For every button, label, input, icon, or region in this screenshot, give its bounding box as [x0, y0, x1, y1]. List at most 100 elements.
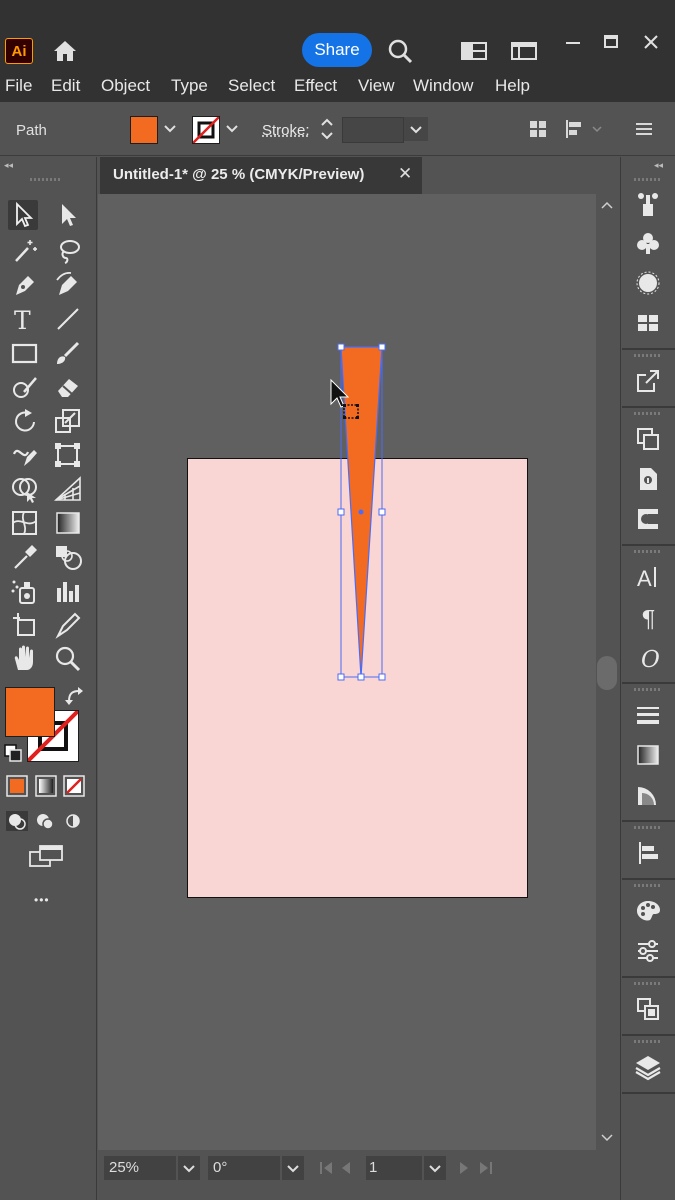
- shape-builder-tool-icon[interactable]: [10, 474, 40, 504]
- direct-selection-cursor-icon: [330, 378, 359, 419]
- stroke-weight-input[interactable]: [342, 117, 404, 143]
- zoom-tool-icon[interactable]: [53, 644, 83, 674]
- share-button[interactable]: Share: [302, 33, 372, 67]
- rotate-tool-icon[interactable]: [10, 406, 40, 436]
- pen-tool-icon[interactable]: [10, 270, 40, 300]
- paragraph-icon[interactable]: ¶: [634, 603, 662, 631]
- type-tool-icon[interactable]: T: [10, 304, 40, 334]
- menu-file[interactable]: File: [5, 76, 32, 96]
- graphic-styles-icon[interactable]: [634, 937, 662, 965]
- brushes-icon[interactable]: [634, 269, 662, 297]
- lasso-tool-icon[interactable]: [53, 236, 83, 266]
- links-icon[interactable]: [634, 505, 662, 533]
- mesh-tool-icon[interactable]: [10, 508, 40, 538]
- free-transform-tool-icon[interactable]: [53, 440, 83, 470]
- libraries-icon[interactable]: [634, 425, 662, 453]
- perspective-grid-tool-icon[interactable]: [53, 474, 83, 504]
- properties-icon[interactable]: [634, 190, 662, 218]
- edit-toolbar-icon[interactable]: •••: [34, 893, 50, 907]
- export-icon[interactable]: [634, 367, 662, 395]
- hand-tool-icon[interactable]: [10, 644, 40, 674]
- scrollbar-thumb[interactable]: [597, 656, 617, 690]
- align-icon[interactable]: [634, 839, 662, 867]
- warp-tool-icon[interactable]: [10, 440, 40, 470]
- eyedropper-tool-icon[interactable]: [10, 542, 40, 572]
- workspace-switcher-icon[interactable]: [510, 40, 538, 62]
- column-graph-tool-icon[interactable]: [53, 576, 83, 606]
- fill-dropdown-icon[interactable]: [160, 118, 180, 140]
- slice-tool-icon[interactable]: [53, 610, 83, 640]
- stroke-dropdown-icon[interactable]: [222, 118, 242, 140]
- artboards-icon[interactable]: [634, 995, 662, 1023]
- none-mode-icon[interactable]: [63, 775, 85, 797]
- close-window-icon[interactable]: [638, 30, 664, 54]
- control-panel-menu-icon[interactable]: [632, 118, 656, 140]
- collapse-panel-icon[interactable]: ◂◂: [4, 160, 13, 171]
- swatches-icon[interactable]: [634, 309, 662, 337]
- selection-tool-icon[interactable]: [8, 200, 38, 230]
- menu-effect[interactable]: Effect: [294, 76, 337, 96]
- magic-wand-tool-icon[interactable]: [10, 236, 40, 266]
- menu-edit[interactable]: Edit: [51, 76, 80, 96]
- gradient-tool-icon[interactable]: [53, 508, 83, 538]
- transform-reference-icon[interactable]: [528, 118, 548, 140]
- layers-icon[interactable]: [634, 1053, 662, 1081]
- svg-text:O: O: [641, 647, 660, 671]
- eraser-tool-icon[interactable]: [53, 372, 83, 402]
- curvature-tool-icon[interactable]: [53, 270, 83, 300]
- stroke-weight-dropdown-icon[interactable]: [404, 117, 428, 141]
- symbols-icon[interactable]: [634, 229, 662, 257]
- artboard-number-input[interactable]: 1: [366, 1156, 422, 1180]
- default-fill-stroke-icon[interactable]: [3, 743, 23, 763]
- scale-tool-icon[interactable]: [53, 406, 83, 436]
- artboard-next-last-icon[interactable]: [456, 1158, 504, 1178]
- appearance-icon[interactable]: [634, 897, 662, 925]
- direct-selection-tool-icon[interactable]: [53, 200, 83, 230]
- align-options-icon[interactable]: [563, 118, 605, 140]
- menu-window[interactable]: Window: [413, 76, 473, 96]
- symbol-sprayer-tool-icon[interactable]: [10, 576, 40, 606]
- gradient-mode-icon[interactable]: [35, 775, 57, 797]
- rotation-dropdown-icon[interactable]: [282, 1156, 304, 1180]
- menu-select[interactable]: Select: [228, 76, 275, 96]
- menu-object[interactable]: Object: [101, 76, 150, 96]
- minimize-icon[interactable]: [560, 30, 586, 54]
- screen-mode-icon[interactable]: [28, 843, 64, 869]
- fill-color-swatch[interactable]: [130, 116, 158, 144]
- menu-view[interactable]: View: [358, 76, 395, 96]
- line-segment-tool-icon[interactable]: [53, 304, 83, 334]
- asset-export-icon[interactable]: [634, 465, 662, 493]
- character-icon[interactable]: A: [634, 563, 662, 591]
- stroke-color-swatch[interactable]: [192, 116, 220, 144]
- transparency-icon[interactable]: [634, 781, 662, 809]
- arrange-documents-icon[interactable]: [460, 40, 488, 62]
- zoom-dropdown-icon[interactable]: [178, 1156, 200, 1180]
- paintbrush-tool-icon[interactable]: [53, 338, 83, 368]
- vertical-scrollbar[interactable]: [596, 194, 618, 1150]
- swap-fill-stroke-icon[interactable]: [64, 686, 86, 706]
- close-tab-icon[interactable]: ✕: [398, 164, 412, 184]
- drawing-modes-icon[interactable]: [5, 810, 87, 832]
- fill-indicator[interactable]: [5, 687, 55, 737]
- zoom-level-input[interactable]: 25%: [104, 1156, 176, 1180]
- menu-help[interactable]: Help: [495, 76, 530, 96]
- expand-panels-icon[interactable]: ◂◂: [654, 160, 663, 171]
- stroke-icon[interactable]: [634, 701, 662, 729]
- color-mode-icon[interactable]: [6, 775, 28, 797]
- artboard-first-previous-icon[interactable]: [316, 1158, 364, 1178]
- document-tab-label[interactable]: Untitled-1* @ 25 % (CMYK/Preview): [113, 166, 364, 183]
- blend-tool-icon[interactable]: [53, 542, 83, 572]
- stroke-weight-stepper[interactable]: [316, 115, 338, 143]
- stroke-weight-label[interactable]: Stroke:: [262, 122, 310, 139]
- home-icon[interactable]: [51, 38, 79, 64]
- search-icon[interactable]: [386, 37, 414, 65]
- artboard-tool-icon[interactable]: [10, 610, 40, 640]
- artboard-dropdown-icon[interactable]: [424, 1156, 446, 1180]
- rotation-input[interactable]: 0°: [208, 1156, 280, 1180]
- opentype-icon[interactable]: O: [634, 643, 662, 671]
- menu-type[interactable]: Type: [171, 76, 208, 96]
- shaper-tool-icon[interactable]: [10, 372, 40, 402]
- gradient-icon[interactable]: [634, 741, 662, 769]
- maximize-icon[interactable]: [598, 30, 624, 54]
- rectangle-tool-icon[interactable]: [10, 338, 40, 368]
